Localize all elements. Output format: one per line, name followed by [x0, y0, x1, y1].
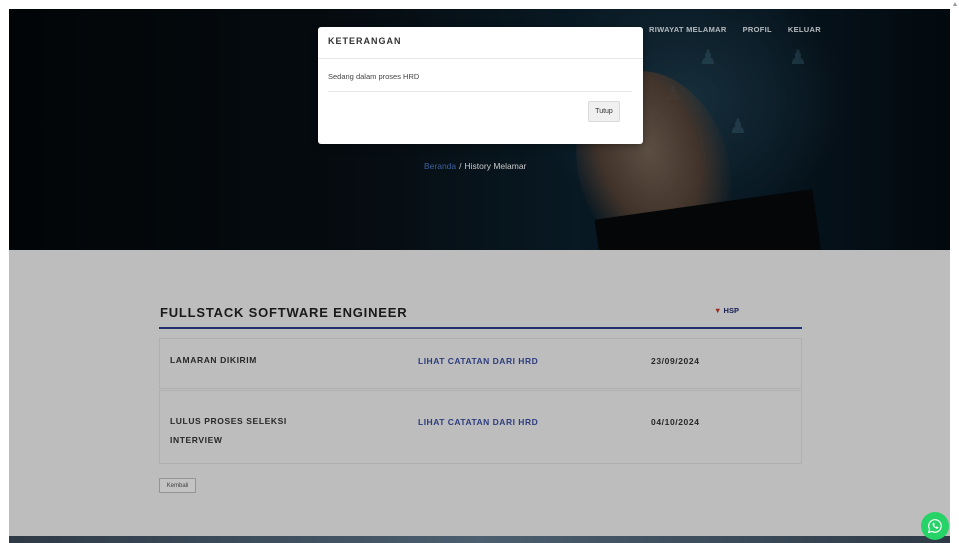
whatsapp-icon	[927, 519, 942, 534]
modal-divider	[328, 91, 632, 92]
modal-body-text: Sedang dalam proses HRD	[328, 72, 420, 81]
keterangan-modal: KETERANGAN Sedang dalam proses HRD Tutup	[318, 27, 643, 144]
modal-divider	[318, 58, 643, 59]
whatsapp-button[interactable]	[921, 512, 949, 540]
page-scrollbar[interactable]	[952, 0, 959, 543]
modal-close-button[interactable]: Tutup	[588, 101, 620, 122]
scroll-up-arrow-icon[interactable]	[953, 2, 957, 6]
modal-title: KETERANGAN	[328, 36, 402, 46]
